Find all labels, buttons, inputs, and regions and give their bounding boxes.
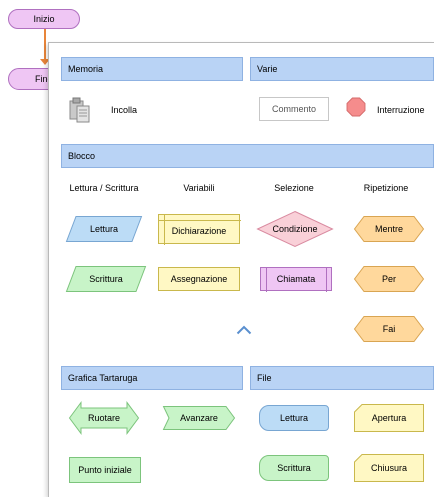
section-header-memory: Memoria — [61, 57, 243, 81]
do-label: Fai — [382, 324, 396, 334]
stop-shape[interactable] — [346, 97, 370, 121]
section-header-file: File — [250, 366, 434, 390]
flow-connector — [44, 29, 46, 61]
section-header-misc: Varie — [250, 57, 434, 81]
clipboard-paste-icon — [69, 97, 90, 123]
column-header-repetition: Ripetizione — [363, 183, 409, 193]
do-shape[interactable]: Fai — [353, 316, 425, 342]
column-header-io: Lettura / Scrittura — [69, 183, 139, 193]
file-write-shape[interactable]: Scrittura — [259, 455, 329, 481]
home-label: Punto iniziale — [78, 465, 132, 475]
read-label: Lettura — [89, 224, 119, 234]
file-open-label: Apertura — [371, 413, 407, 423]
call-label: Chiamata — [276, 274, 316, 284]
file-close-shape[interactable]: Chiusura — [354, 454, 424, 482]
section-title-turtle: Grafica Tartaruga — [68, 373, 138, 383]
write-shape[interactable]: Scrittura — [65, 266, 147, 292]
paste-label: Incolla — [111, 105, 138, 115]
file-open-shape[interactable]: Apertura — [354, 404, 424, 432]
assign-label: Assegnazione — [170, 274, 228, 284]
assign-shape[interactable]: Assegnazione — [158, 267, 240, 291]
while-label: Mentre — [374, 224, 403, 234]
read-shape[interactable]: Lettura — [65, 216, 143, 242]
start-node-label: Inizio — [33, 14, 55, 24]
write-label: Scrittura — [89, 274, 123, 284]
file-read-label: Lettura — [279, 413, 309, 423]
declare-shape[interactable]: Dichiarazione — [158, 214, 241, 245]
section-title-file: File — [257, 373, 272, 383]
section-title-memory: Memoria — [68, 64, 104, 74]
for-shape[interactable]: Per — [353, 266, 425, 292]
file-read-shape[interactable]: Lettura — [259, 405, 329, 431]
condition-shape[interactable]: Condizione — [256, 210, 334, 248]
shape-palette: Memoria Incolla Varie Commento Interruzi… — [48, 42, 434, 497]
condition-label: Condizione — [272, 224, 318, 234]
while-shape[interactable]: Mentre — [353, 216, 425, 242]
file-close-label: Chiusura — [370, 463, 408, 473]
rotate-shape[interactable]: Ruotare — [68, 400, 140, 436]
paste-icon-button[interactable] — [69, 97, 97, 125]
forward-shape[interactable]: Avanzare — [162, 406, 236, 430]
file-write-label: Scrittura — [277, 463, 311, 473]
comment-shape[interactable]: Commento — [259, 97, 329, 121]
section-title-misc: Varie — [257, 64, 278, 74]
home-shape[interactable]: Punto iniziale — [69, 457, 141, 483]
stop-label: Interruzione — [377, 105, 425, 115]
section-header-turtle: Grafica Tartaruga — [61, 366, 243, 390]
collapse-button[interactable] — [235, 323, 253, 337]
for-label: Per — [381, 274, 396, 284]
declare-label: Dichiarazione — [171, 226, 227, 236]
comment-label: Commento — [271, 104, 316, 114]
chevron-up-icon — [236, 325, 252, 335]
call-shape[interactable]: Chiamata — [260, 267, 332, 292]
section-header-block: Blocco — [61, 144, 434, 168]
start-node[interactable]: Inizio — [8, 9, 80, 29]
forward-label: Avanzare — [180, 413, 218, 423]
section-title-block: Blocco — [68, 151, 96, 161]
column-header-selection: Selezione — [274, 183, 314, 193]
column-header-variables: Variabili — [183, 183, 215, 193]
rotate-label: Ruotare — [87, 413, 121, 423]
stop-octagon-icon — [346, 97, 366, 117]
